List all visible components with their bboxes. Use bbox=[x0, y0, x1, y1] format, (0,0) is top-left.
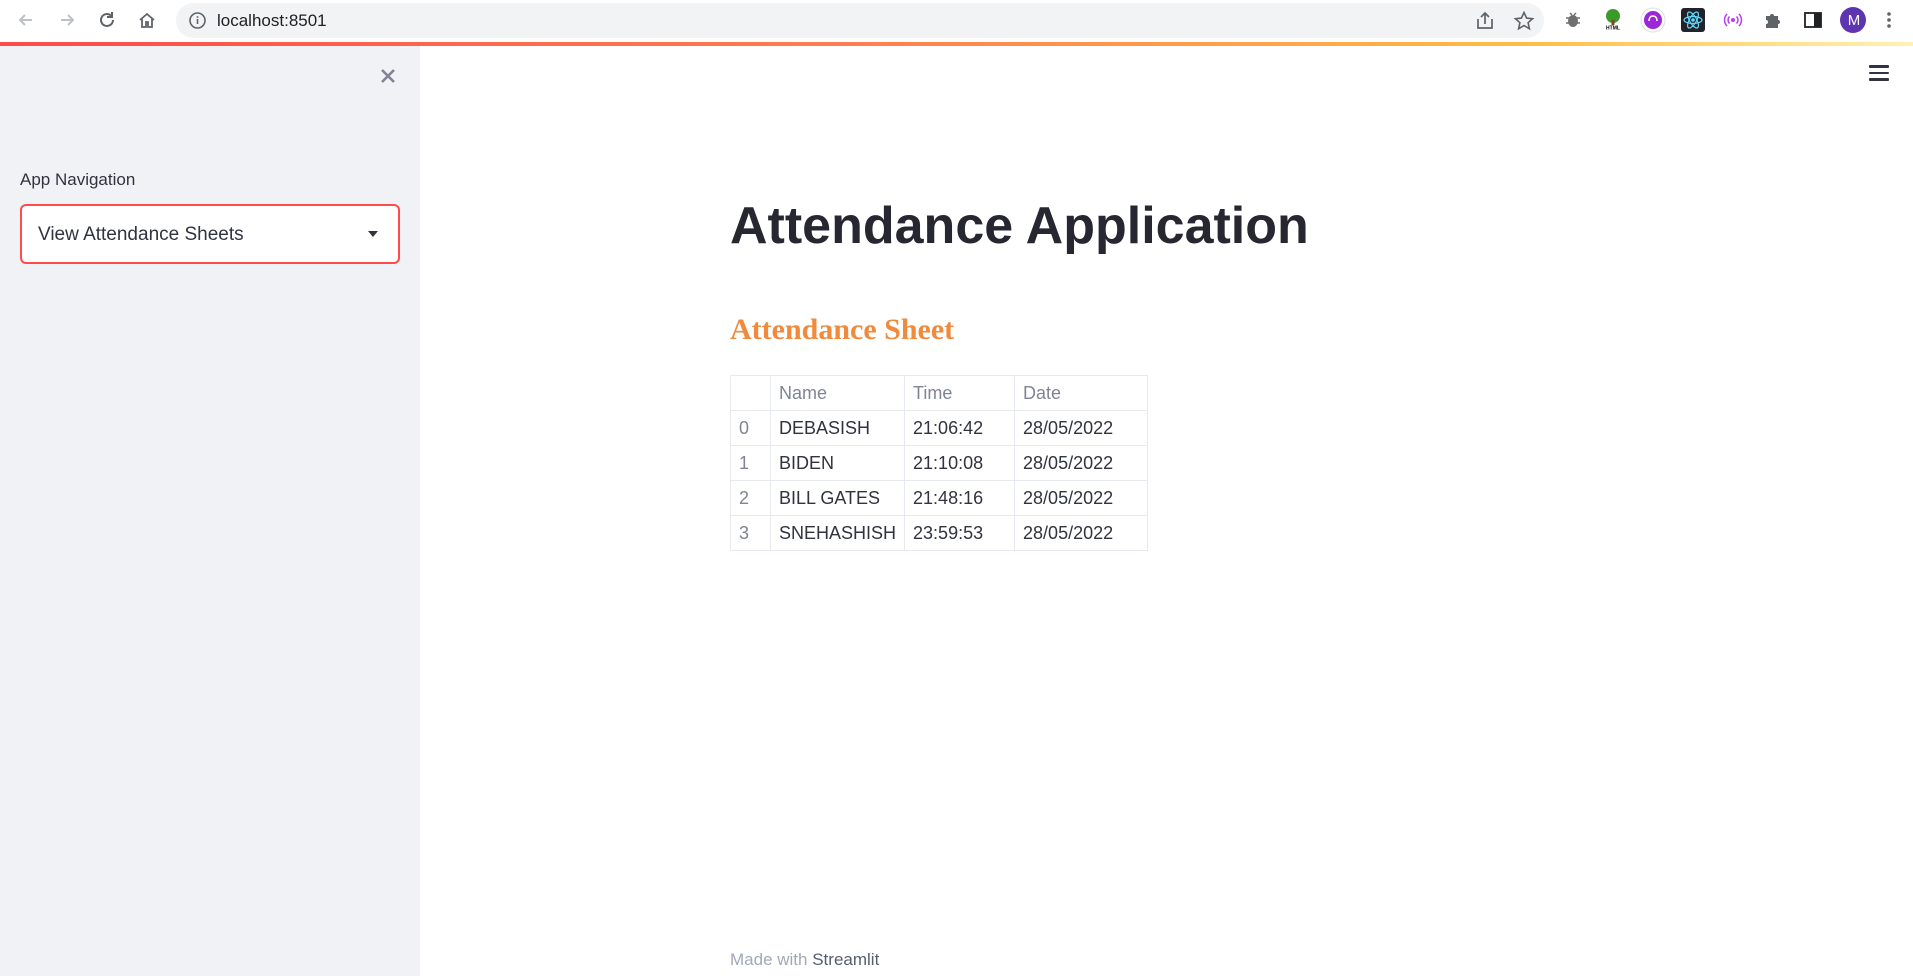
cell-date: 28/05/2022 bbox=[1014, 410, 1149, 446]
bug-icon[interactable] bbox=[1560, 7, 1586, 33]
column-header-index[interactable] bbox=[730, 375, 771, 411]
row-index: 1 bbox=[730, 445, 771, 481]
react-icon[interactable] bbox=[1680, 7, 1706, 33]
reload-icon[interactable] bbox=[95, 8, 119, 32]
cell-date: 28/05/2022 bbox=[1014, 480, 1149, 516]
attendance-table: Name Time Date 0 DEBASISH 21:06:42 28/05… bbox=[730, 375, 1149, 551]
page-select[interactable]: View Attendance Sheets bbox=[20, 204, 400, 264]
cell-date: 28/05/2022 bbox=[1014, 515, 1149, 551]
broadcast-icon[interactable] bbox=[1720, 7, 1746, 33]
table-row: 1 BIDEN 21:10:08 28/05/2022 bbox=[730, 445, 1149, 481]
svg-text:HTML: HTML bbox=[1606, 26, 1620, 32]
row-index: 2 bbox=[730, 480, 771, 516]
cell-date: 28/05/2022 bbox=[1014, 445, 1149, 481]
cell-time: 21:48:16 bbox=[904, 480, 1016, 516]
footer: Made with Streamlit bbox=[730, 950, 879, 970]
page-title: Attendance Application bbox=[730, 197, 1309, 255]
cell-name: BIDEN bbox=[769, 445, 906, 481]
row-index: 0 bbox=[730, 410, 771, 446]
back-arrow-icon[interactable] bbox=[14, 8, 38, 32]
cell-time: 21:10:08 bbox=[904, 445, 1016, 481]
footer-made-with: Made with bbox=[730, 950, 808, 969]
forward-arrow-icon[interactable] bbox=[55, 8, 79, 32]
row-index: 3 bbox=[730, 515, 771, 551]
table-header-row: Name Time Date bbox=[730, 375, 1149, 411]
bookmark-star-icon[interactable] bbox=[1513, 10, 1535, 31]
cell-name: SNEHASHISH bbox=[769, 515, 906, 551]
avatar[interactable]: M bbox=[1840, 7, 1866, 33]
url-text: localhost:8501 bbox=[217, 11, 327, 30]
column-header-name[interactable]: Name bbox=[769, 375, 906, 411]
nav-label: App Navigation bbox=[20, 170, 136, 189]
podcast-icon[interactable] bbox=[1640, 7, 1666, 33]
address-bar[interactable]: localhost:8501 bbox=[176, 3, 1544, 38]
share-icon[interactable] bbox=[1474, 11, 1496, 31]
section-subtitle: Attendance Sheet bbox=[730, 313, 955, 346]
more-vertical-icon[interactable] bbox=[1876, 7, 1902, 33]
puzzle-icon[interactable] bbox=[1760, 7, 1786, 33]
close-sidebar-icon[interactable] bbox=[376, 64, 400, 88]
hamburger-menu-icon[interactable] bbox=[1866, 62, 1892, 86]
chevron-down-icon bbox=[368, 231, 378, 237]
site-info-icon[interactable] bbox=[188, 11, 207, 30]
column-header-date[interactable]: Date bbox=[1014, 375, 1149, 411]
cell-time: 23:59:53 bbox=[904, 515, 1016, 551]
side-panel-icon[interactable] bbox=[1800, 7, 1826, 33]
sidebar: App Navigation View Attendance Sheets bbox=[0, 46, 420, 976]
cell-name: BILL GATES bbox=[769, 480, 906, 516]
table-row: 3 SNEHASHISH 23:59:53 28/05/2022 bbox=[730, 515, 1149, 551]
avatar-initial: M bbox=[1847, 12, 1861, 29]
table-row: 2 BILL GATES 21:48:16 28/05/2022 bbox=[730, 480, 1149, 516]
home-icon[interactable] bbox=[135, 8, 159, 32]
column-header-time[interactable]: Time bbox=[904, 375, 1016, 411]
selected-page: View Attendance Sheets bbox=[38, 224, 244, 245]
tree-html-icon[interactable]: HTML bbox=[1600, 7, 1626, 33]
streamlit-link[interactable]: Streamlit bbox=[812, 950, 879, 969]
cell-time: 21:06:42 bbox=[904, 410, 1016, 446]
cell-name: DEBASISH bbox=[769, 410, 906, 446]
browser-toolbar: localhost:8501 HTML M bbox=[0, 0, 1913, 42]
table-row: 0 DEBASISH 21:06:42 28/05/2022 bbox=[730, 410, 1149, 446]
